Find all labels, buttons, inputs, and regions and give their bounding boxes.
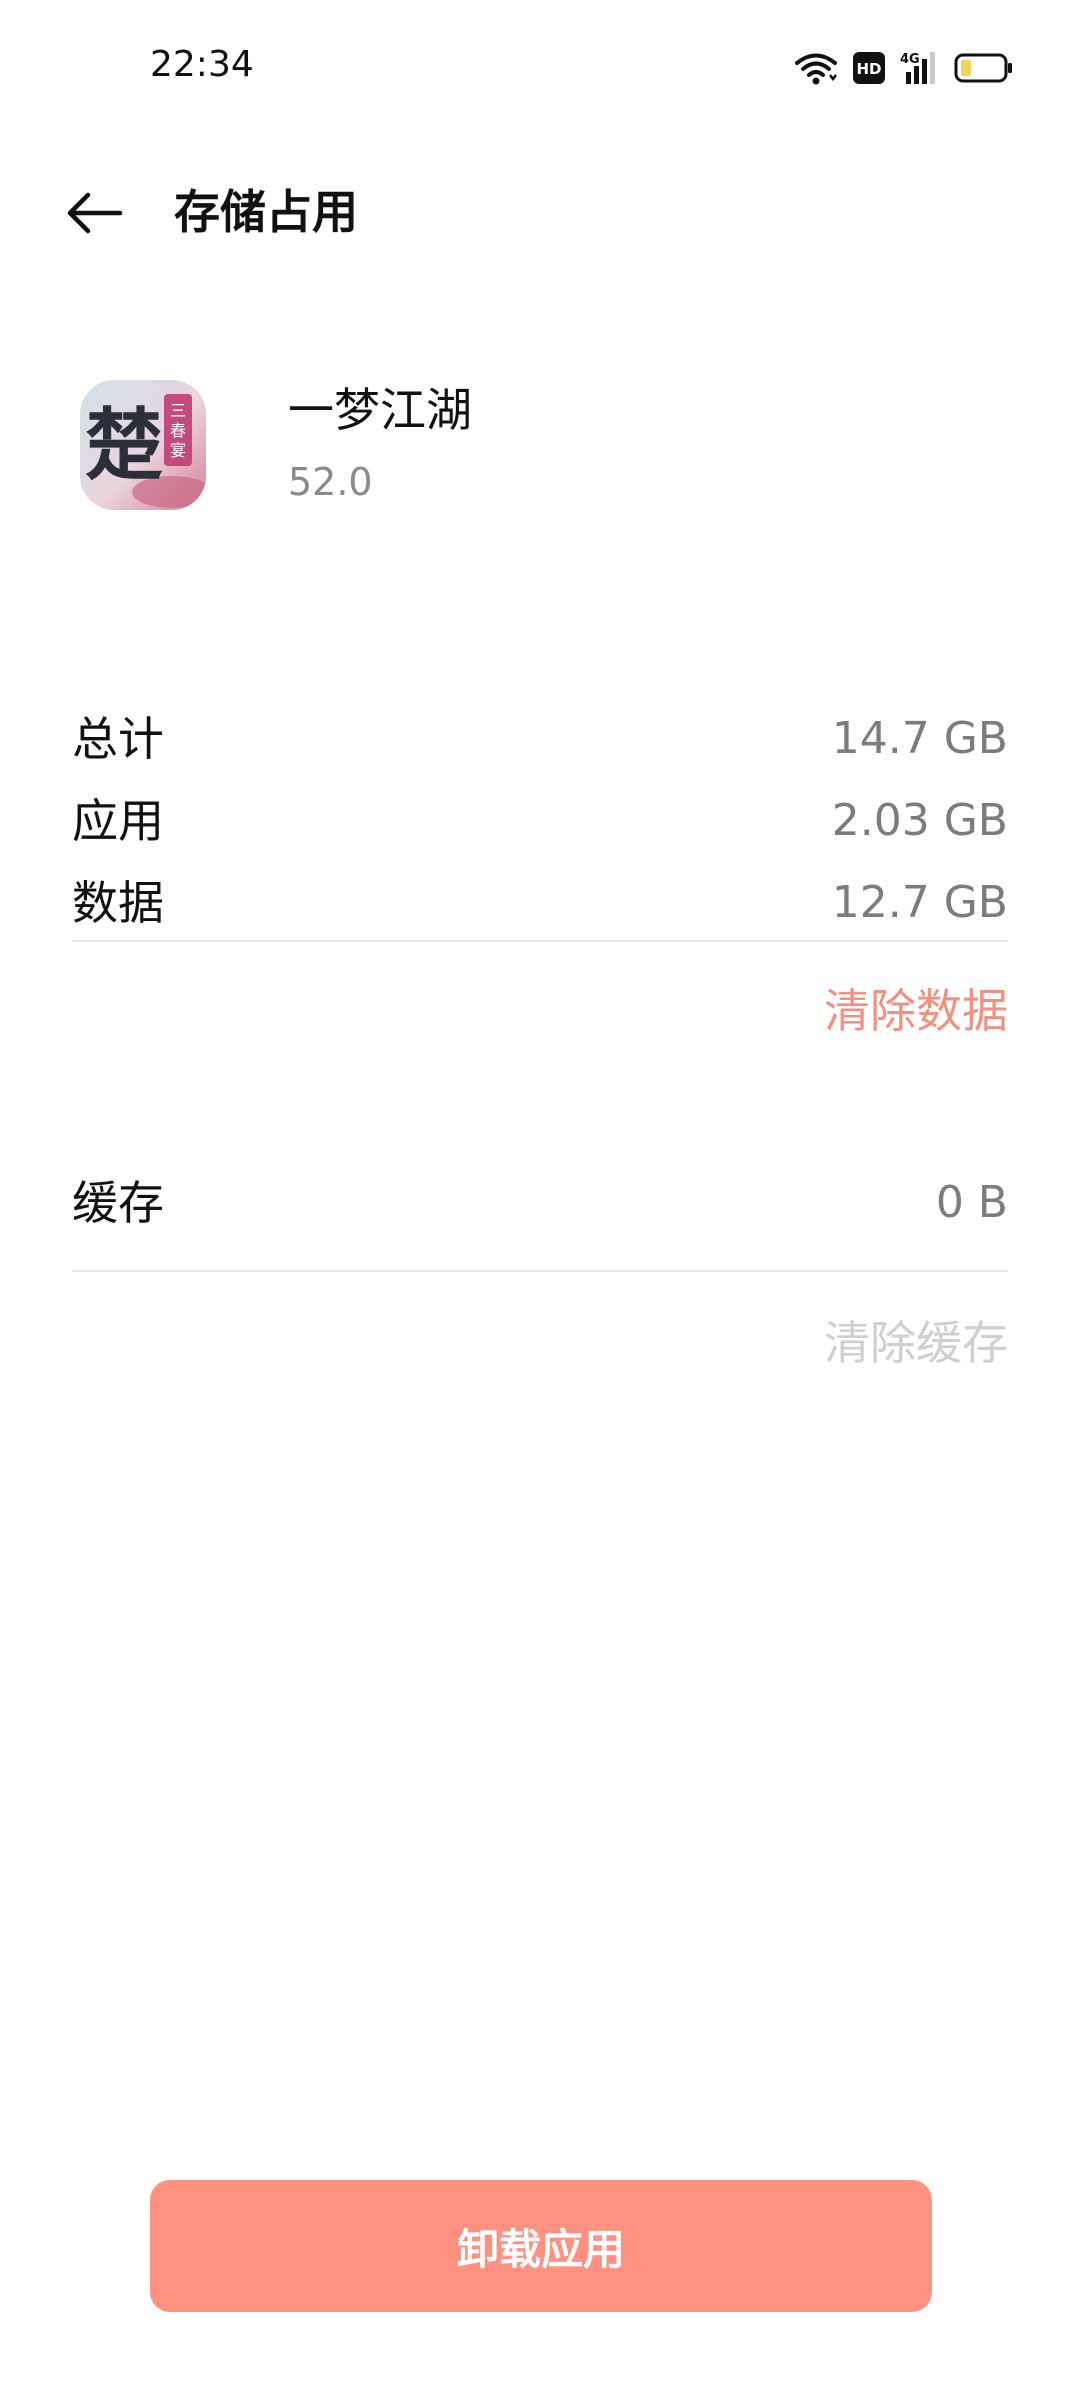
- svg-text:三: 三: [170, 401, 186, 420]
- divider: [72, 1270, 1008, 1272]
- status-icons: HD 4G: [794, 48, 1014, 88]
- storage-usage-screen: 22:34 HD 4G 存储占用 三 春 宴 楚 一梦江湖 52.0 总计 14…: [0, 0, 1080, 2400]
- svg-text:4G: 4G: [900, 52, 920, 67]
- svg-text:春: 春: [170, 421, 186, 440]
- storage-row-data: 数据 12.7 GB: [72, 870, 1008, 936]
- row-value: 14.7 GB: [831, 713, 1008, 764]
- clear-cache-button[interactable]: 清除缓存: [824, 1310, 1008, 1376]
- storage-row-total: 总计 14.7 GB: [72, 706, 1008, 772]
- svg-text:HD: HD: [856, 60, 881, 78]
- clear-data-button[interactable]: 清除数据: [824, 978, 1008, 1044]
- svg-text:宴: 宴: [170, 441, 186, 460]
- divider: [72, 940, 1008, 942]
- row-label: 应用: [72, 794, 164, 848]
- row-label: 缓存: [72, 1176, 164, 1230]
- storage-row-app: 应用 2.03 GB: [72, 788, 1008, 854]
- uninstall-button[interactable]: 卸载应用: [150, 2180, 932, 2312]
- page-title: 存储占用: [174, 185, 358, 239]
- svg-text:楚: 楚: [85, 400, 163, 491]
- status-bar: 22:34 HD 4G: [0, 0, 1080, 140]
- back-button[interactable]: [54, 178, 134, 248]
- row-value: 12.7 GB: [831, 877, 1008, 928]
- app-name: 一梦江湖: [288, 383, 472, 437]
- app-version: 52.0: [288, 460, 373, 504]
- row-value: 2.03 GB: [831, 795, 1008, 846]
- status-time: 22:34: [150, 44, 254, 85]
- row-label: 数据: [72, 876, 164, 930]
- wifi-icon: [794, 51, 838, 85]
- app-icon: 三 春 宴 楚: [80, 380, 206, 510]
- signal-4g-icon: 4G: [900, 50, 940, 86]
- row-value: 0 B: [935, 1177, 1008, 1228]
- row-label: 总计: [72, 712, 164, 766]
- hd-icon: HD: [852, 51, 886, 85]
- arrow-left-icon: [67, 192, 123, 234]
- battery-icon: [954, 52, 1014, 84]
- storage-row-cache: 缓存 0 B: [72, 1170, 1008, 1236]
